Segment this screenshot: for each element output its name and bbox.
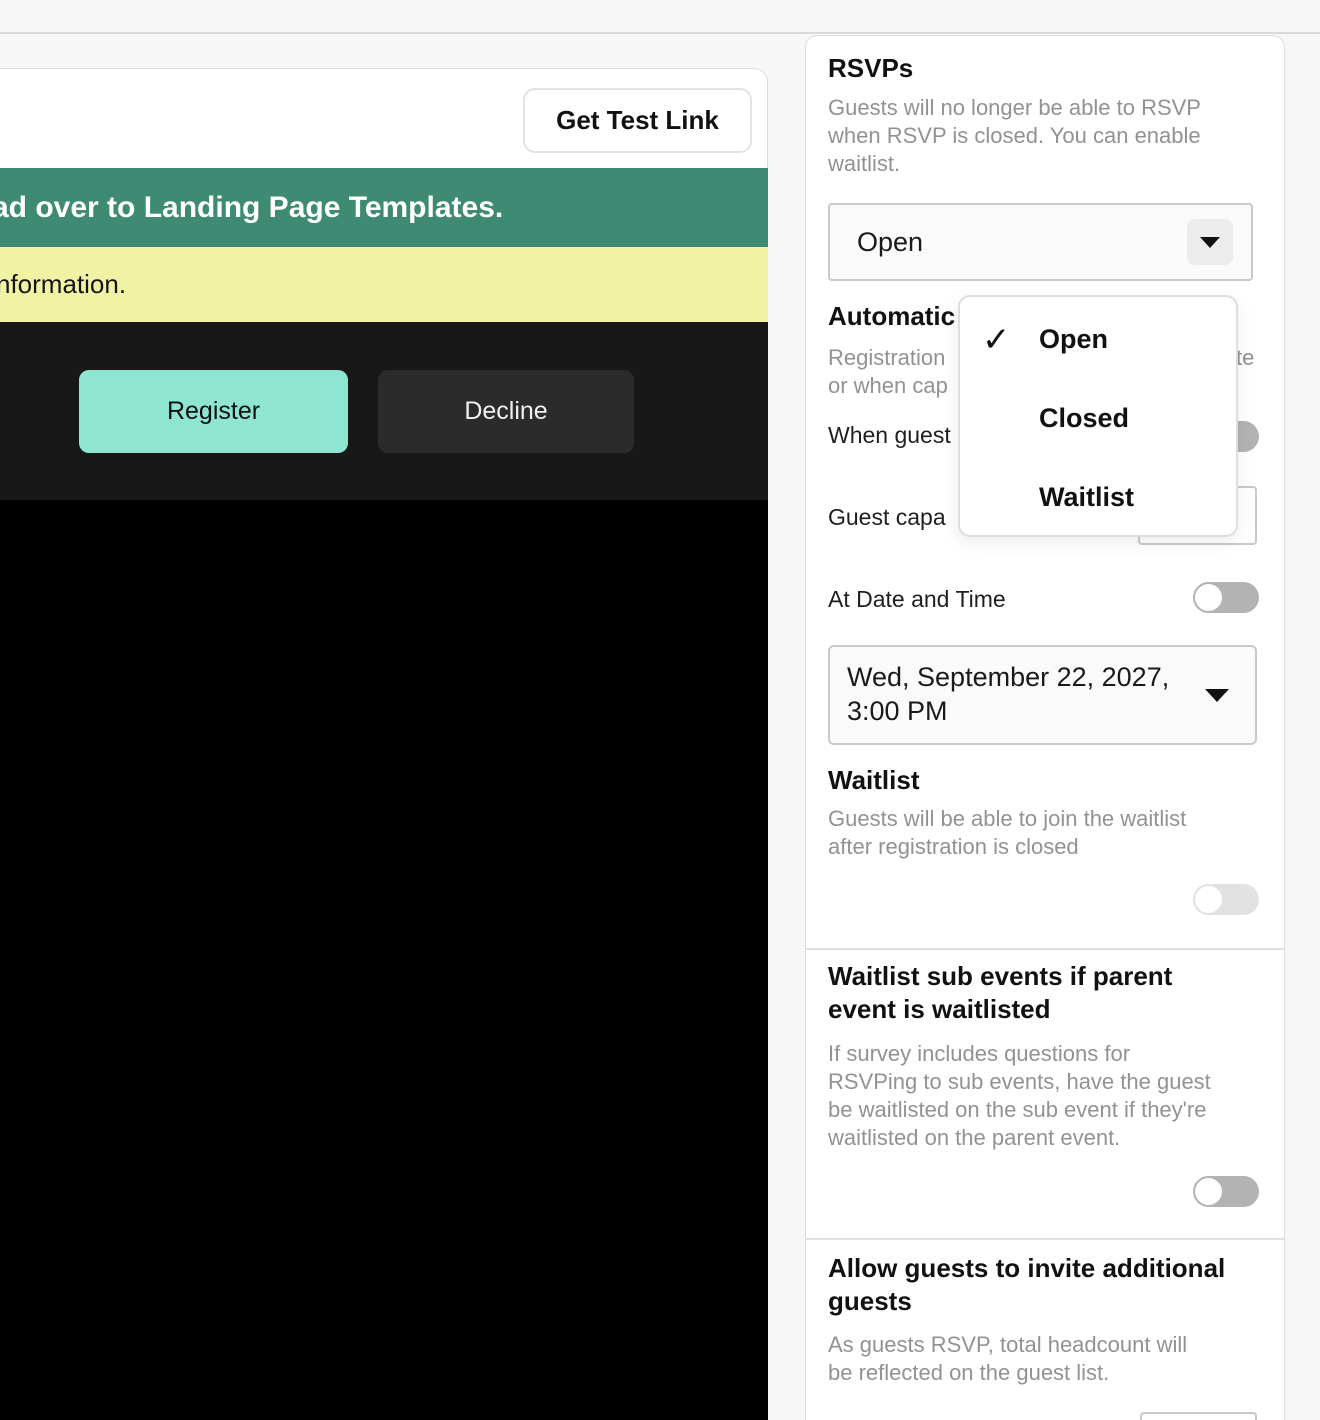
dropdown-item-open[interactable]: ✓ Open bbox=[960, 300, 1236, 379]
toggle-knob bbox=[1195, 886, 1222, 913]
rsvp-status-select[interactable]: Open bbox=[828, 203, 1253, 281]
dropdown-item-label: Open bbox=[1039, 324, 1108, 355]
rsvp-status-value: Open bbox=[857, 205, 923, 279]
chevron-down-icon bbox=[1200, 237, 1220, 248]
decline-button[interactable]: Decline bbox=[378, 370, 634, 453]
event-preview-image bbox=[0, 500, 768, 1420]
automatic-close-desc-line2: or when cap bbox=[828, 372, 948, 400]
register-button[interactable]: Register bbox=[79, 370, 348, 453]
toggle-knob bbox=[1195, 1178, 1222, 1205]
information-banner: nformation. bbox=[0, 247, 768, 322]
section-divider bbox=[805, 948, 1285, 950]
allow-additional-guests-description: As guests RSVP, total headcount will be … bbox=[828, 1331, 1273, 1387]
rsvp-status-dropdown-menu: ✓ Open Closed Waitlist bbox=[958, 295, 1238, 537]
automatic-close-desc-line1: Registration bbox=[828, 344, 945, 372]
yellow-banner-text: nformation. bbox=[0, 269, 126, 300]
dropdown-item-label: Waitlist bbox=[1039, 482, 1134, 513]
rsvps-description: Guests will no longer be able to RSVP wh… bbox=[828, 94, 1260, 178]
waitlist-title: Waitlist bbox=[828, 763, 919, 797]
rsvps-section-title: RSVPs bbox=[828, 51, 913, 85]
when-guests-label: When guest bbox=[828, 421, 951, 449]
additional-guests-input[interactable] bbox=[1140, 1412, 1257, 1420]
guest-capacity-label: Guest capa bbox=[828, 503, 946, 531]
automatic-close-title: Automatic bbox=[828, 299, 955, 333]
check-icon: ✓ bbox=[982, 320, 1039, 360]
waitlist-toggle[interactable] bbox=[1193, 884, 1259, 915]
rsvp-settings-screen: Get Test Link ad over to Landing Page Te… bbox=[0, 0, 1320, 1420]
close-date-select[interactable]: Wed, September 22, 2027, 3:00 PM bbox=[828, 645, 1257, 745]
dropdown-item-waitlist[interactable]: Waitlist bbox=[960, 458, 1236, 537]
waitlist-description: Guests will be able to join the waitlist… bbox=[828, 805, 1268, 861]
rsvp-status-dropdown-button[interactable] bbox=[1187, 219, 1233, 265]
close-date-value: Wed, September 22, 2027, 3:00 PM bbox=[847, 660, 1169, 728]
dropdown-item-label: Closed bbox=[1039, 403, 1129, 434]
top-bar bbox=[0, 0, 1320, 34]
allow-additional-guests-title: Allow guests to invite additional guests bbox=[828, 1252, 1225, 1318]
automatic-close-desc-line1-end: te bbox=[1236, 344, 1254, 372]
waitlist-sub-events-toggle[interactable] bbox=[1193, 1176, 1259, 1207]
at-date-and-time-toggle[interactable] bbox=[1193, 582, 1259, 613]
waitlist-sub-events-title: Waitlist sub events if parent event is w… bbox=[828, 960, 1172, 1026]
toggle-knob bbox=[1195, 584, 1222, 611]
chevron-down-icon bbox=[1205, 689, 1229, 702]
section-divider bbox=[805, 1238, 1285, 1240]
waitlist-sub-events-description: If survey includes questions for RSVPing… bbox=[828, 1040, 1273, 1152]
get-test-link-button[interactable]: Get Test Link bbox=[523, 88, 752, 153]
landing-page-templates-banner: ad over to Landing Page Templates. bbox=[0, 168, 768, 247]
green-banner-text: ad over to Landing Page Templates. bbox=[0, 191, 503, 225]
dropdown-item-closed[interactable]: Closed bbox=[960, 379, 1236, 458]
at-date-and-time-label: At Date and Time bbox=[828, 585, 1006, 613]
